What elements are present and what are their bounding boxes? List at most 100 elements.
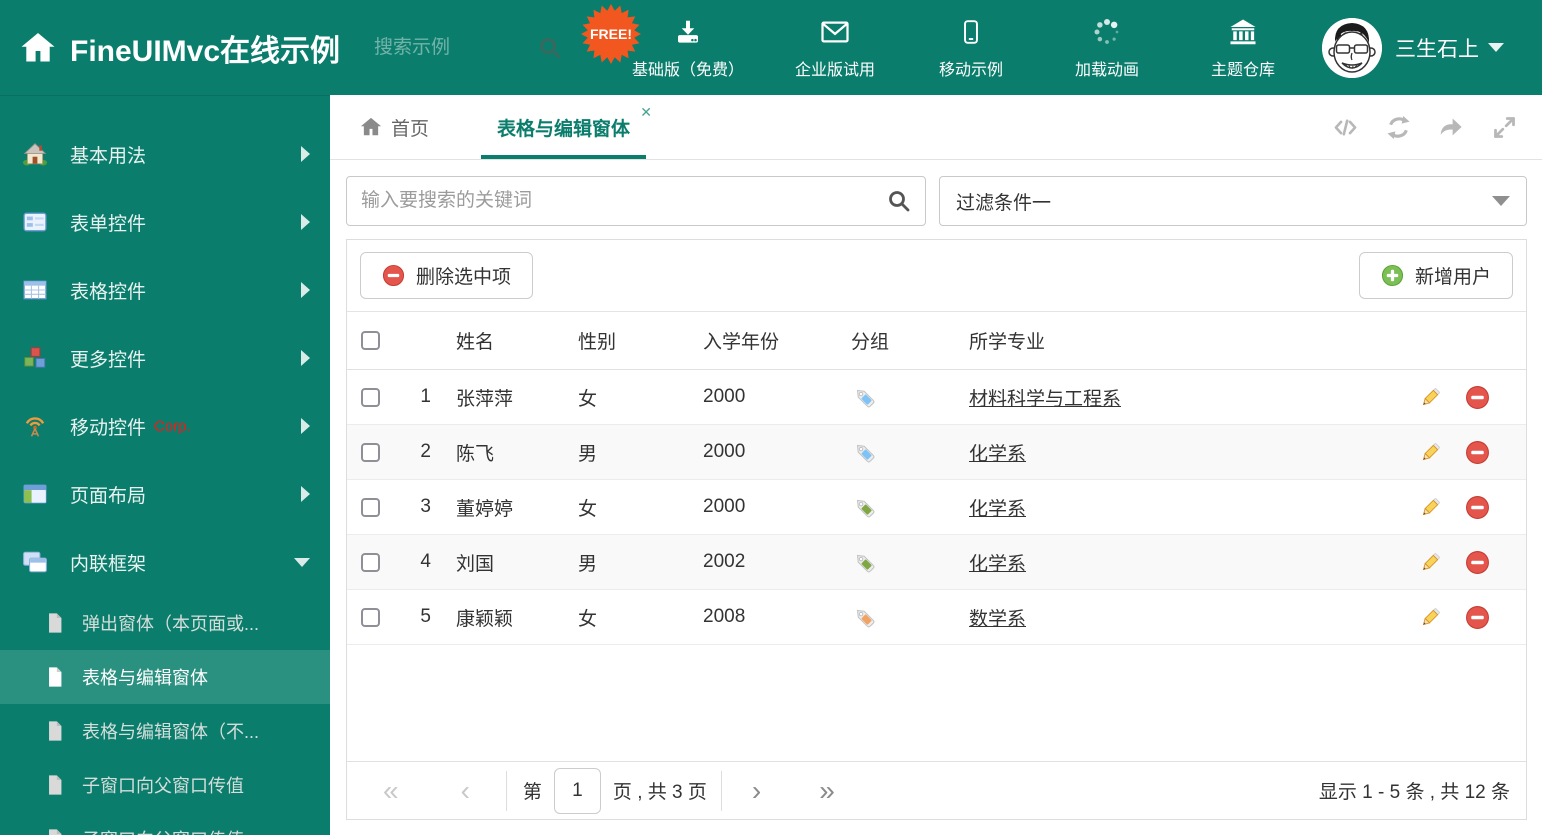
sidebar-item-grid-controls[interactable]: 表格控件 xyxy=(0,256,330,324)
tag-icon xyxy=(851,604,969,631)
delete-icon[interactable] xyxy=(1465,495,1490,520)
sidebar-subitem-popup-window[interactable]: 弹出窗体（本页面或... xyxy=(0,596,330,650)
delete-icon[interactable] xyxy=(1465,385,1490,410)
major-link[interactable]: 化学系 xyxy=(969,444,1026,465)
sidebar-subitem-child-to-parent-2[interactable]: 子窗口向父窗口传值... xyxy=(0,812,330,835)
refresh-icon[interactable] xyxy=(1385,114,1412,141)
tag-icon xyxy=(851,384,969,411)
sidebar-subitem-label: 表格与编辑窗体（不... xyxy=(82,722,260,742)
edit-icon[interactable] xyxy=(1418,385,1443,410)
nav-item-loading-anim[interactable]: 加载动画 xyxy=(1062,15,1152,80)
corp-badge: Corp. xyxy=(154,417,191,435)
source-code-icon[interactable] xyxy=(1332,114,1359,141)
tab-grid-edit-window[interactable]: 表格与编辑窗体 ✕ xyxy=(481,95,652,159)
share-icon[interactable] xyxy=(1438,114,1465,141)
nav-item-basic-free[interactable]: FREE! 基础版（免费） xyxy=(581,4,745,80)
header-search-input[interactable] xyxy=(374,36,525,59)
delete-icon[interactable] xyxy=(1465,550,1490,575)
keyword-search-icon[interactable] xyxy=(887,189,911,213)
sidebar-item-page-layout[interactable]: 页面布局 xyxy=(0,460,330,528)
row-number: 1 xyxy=(420,386,431,407)
sidebar-subitem-grid-edit-window[interactable]: 表格与编辑窗体 xyxy=(0,650,330,704)
sidebar-item-mobile-controls[interactable]: 移动控件 Corp. xyxy=(0,392,330,460)
keyword-search-input[interactable] xyxy=(361,190,887,212)
page-label-prefix: 第 xyxy=(522,782,542,803)
major-link[interactable]: 化学系 xyxy=(969,554,1026,575)
header-nav: FREE! 基础版（免费） 企业版试用 移动示例 加载动画 主题仓库 xyxy=(581,4,1288,80)
sidebar-subitem-child-to-parent[interactable]: 子窗口向父窗口传值 xyxy=(0,758,330,812)
delete-selected-button[interactable]: 删除选中项 xyxy=(360,252,534,299)
filter-dropdown[interactable]: 过滤条件一 xyxy=(939,176,1527,226)
row-checkbox[interactable] xyxy=(361,387,380,407)
tab-home-label: 首页 xyxy=(391,118,430,140)
edit-icon[interactable] xyxy=(1418,495,1443,520)
nav-item-enterprise-trial[interactable]: 企业版试用 xyxy=(790,15,880,80)
table-header: 姓名 性别 入学年份 分组 所学专业 xyxy=(347,312,1526,370)
free-badge: FREE! xyxy=(580,3,642,65)
user-name[interactable]: 三生石上 xyxy=(1395,33,1479,63)
last-page-icon[interactable]: » xyxy=(819,776,835,805)
row-checkbox[interactable] xyxy=(361,442,380,462)
table-row: 3 董婷婷 女 2000 化学系 xyxy=(347,480,1526,535)
first-page-icon[interactable]: « xyxy=(383,776,399,805)
expand-icon[interactable] xyxy=(1491,114,1518,141)
main-area: 首页 表格与编辑窗体 ✕ 输入要搜索的关键词 过滤条件一 删除选中项 新增用户 … xyxy=(330,95,1542,835)
avatar[interactable] xyxy=(1322,17,1383,78)
edit-icon[interactable] xyxy=(1418,550,1443,575)
search-icon[interactable] xyxy=(538,36,562,60)
tab-home[interactable]: 首页 xyxy=(360,95,429,159)
file-icon xyxy=(44,612,66,634)
filter-row: 过滤条件一 xyxy=(346,176,1527,226)
row-checkbox[interactable] xyxy=(361,497,380,517)
nav-item-label: 基础版（免费） xyxy=(632,62,745,79)
row-number: 5 xyxy=(420,606,431,627)
cell-year: 2008 xyxy=(703,606,746,627)
major-link[interactable]: 数学系 xyxy=(969,609,1026,630)
tab-strip-tools xyxy=(1332,95,1518,159)
major-link[interactable]: 材料科学与工程系 xyxy=(969,389,1121,410)
user-menu[interactable]: 三生石上 xyxy=(1322,17,1505,78)
file-icon xyxy=(44,828,66,835)
sidebar-item-form-controls[interactable]: 表单控件 xyxy=(0,188,330,256)
sidebar-item-label: 表格控件 xyxy=(70,281,147,303)
sidebar-item-basic-usage[interactable]: 基本用法 xyxy=(0,120,330,188)
delete-icon[interactable] xyxy=(1465,605,1490,630)
delete-icon[interactable] xyxy=(1465,440,1490,465)
svg-text:FREE!: FREE! xyxy=(590,26,632,42)
col-major: 所学专业 xyxy=(969,332,1046,353)
content: 过滤条件一 删除选中项 xyxy=(330,160,1542,835)
page-number-input[interactable] xyxy=(553,767,601,814)
select-all-checkbox[interactable] xyxy=(361,331,380,350)
tag-icon xyxy=(851,439,969,466)
nav-item-theme-store[interactable]: 主题仓库 xyxy=(1198,15,1288,80)
sidebar: 基本用法 表单控件表格控件更多控件移动控件 Corp. 页面布局内联框架 弹出窗体（本页… xyxy=(0,95,330,835)
add-user-button[interactable]: 新增用户 xyxy=(1358,252,1513,299)
form-icon xyxy=(22,209,48,235)
edit-icon[interactable] xyxy=(1418,605,1443,630)
col-year: 入学年份 xyxy=(703,332,780,353)
prev-page-icon[interactable]: ‹ xyxy=(461,776,470,805)
nav-item-label: 企业版试用 xyxy=(795,62,876,79)
cell-gender: 女 xyxy=(578,388,598,410)
row-checkbox[interactable] xyxy=(361,607,380,627)
next-page-icon[interactable]: › xyxy=(752,776,761,805)
pagination-summary: 显示 1 - 5 条 , 共 12 条 xyxy=(1318,782,1510,803)
sidebar-item-label: 更多控件 xyxy=(70,349,147,371)
sidebar-subitem-grid-edit-window-2[interactable]: 表格与编辑窗体（不... xyxy=(0,704,330,758)
sidebar-item-more-controls[interactable]: 更多控件 xyxy=(0,324,330,392)
cell-gender: 女 xyxy=(578,608,598,630)
major-link[interactable]: 化学系 xyxy=(969,499,1026,520)
nav-item-mobile-demo[interactable]: 移动示例 xyxy=(926,15,1016,80)
file-icon xyxy=(44,720,66,742)
row-number: 4 xyxy=(420,551,431,572)
sidebar-item-label: 页面布局 xyxy=(70,485,147,507)
tab-close-icon[interactable]: ✕ xyxy=(640,104,652,121)
edit-icon[interactable] xyxy=(1418,440,1443,465)
home-logo-icon[interactable] xyxy=(20,30,56,66)
cell-gender: 男 xyxy=(578,553,598,575)
envelope-icon xyxy=(819,15,851,47)
sidebar-item-inline-frame[interactable]: 内联框架 xyxy=(0,528,330,596)
cell-name: 康颖颖 xyxy=(456,608,514,630)
row-checkbox[interactable] xyxy=(361,552,380,572)
plus-circle-icon xyxy=(1381,264,1404,287)
